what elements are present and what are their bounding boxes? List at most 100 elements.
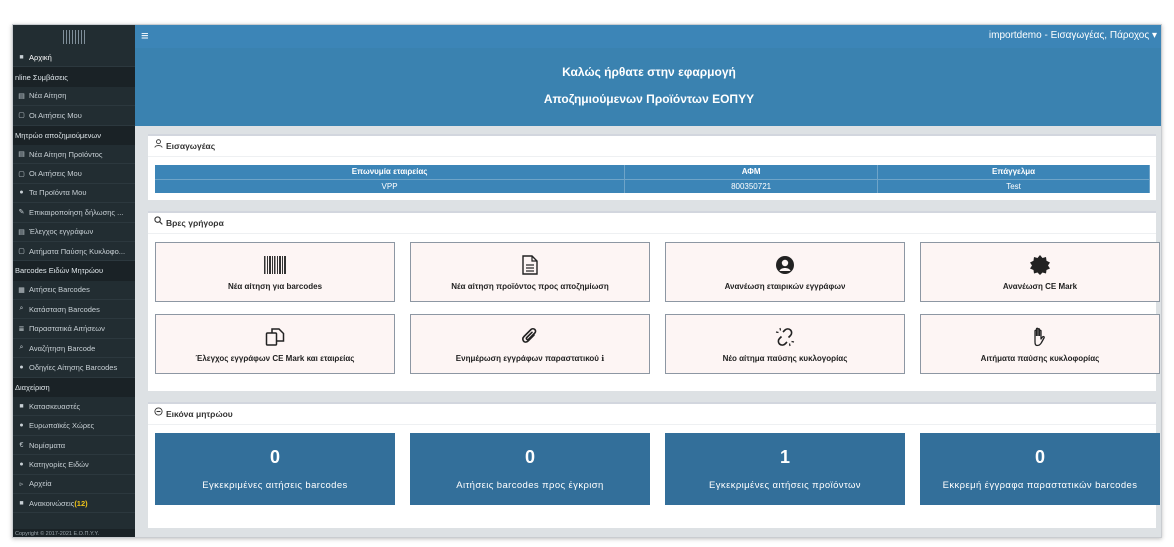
logo[interactable] (13, 25, 135, 48)
stat-value: 0 (269, 447, 280, 467)
search-icon (154, 213, 163, 233)
registry-title: Εικόνα μητρώου (166, 409, 233, 419)
stat-value: 1 (779, 447, 790, 467)
quick-tile[interactable]: Ανανέωση CE Mark (920, 242, 1160, 302)
files-icon: ▹ (19, 480, 24, 488)
factory-icon: ■ (19, 402, 24, 410)
quick-tile[interactable]: Νέα αίτηση για barcodes (155, 242, 395, 302)
sidebar-item-label: Νέα Αίτηση Προϊόντος (29, 149, 103, 159)
quick-tile-label: Αιτήματα παύσης κυκλοφορίας (980, 353, 1100, 363)
sidebar-item[interactable]: ■ Κατασκευαστές (13, 397, 135, 417)
registry-stats: 0 Εγκεκριμένες αιτήσεις barcodes 0 Αιτήσεις… (155, 433, 1160, 505)
sidebar-item[interactable]: ▤ Νέα Αίτηση Προϊόντος (13, 145, 135, 165)
sidebar-section-header: Διαχείριση (13, 377, 135, 398)
column-header: Επάγγελμα (877, 165, 1150, 179)
hand-stop-icon (1031, 326, 1049, 348)
sidebar-item-label: Νομίσματα (29, 440, 66, 450)
welcome-title: Καλώς ήρθατε στην εφαρμογή (562, 65, 736, 79)
sidebar-item[interactable]: € Νομίσματα (13, 436, 135, 456)
profession-cell: Test (877, 178, 1150, 193)
quick-tile-label: Ανανέωση CE Mark (1002, 281, 1078, 291)
sidebar-item[interactable]: ✎ Επικαιροποίηση δήλωσης ... (13, 203, 135, 223)
sidebar-item[interactable]: ● Οδηγίες Αίτησης Barcodes (13, 358, 135, 378)
quick-tile[interactable]: Νέα αίτηση προϊόντος προς αποζημίωση (410, 242, 650, 302)
barcode-icon: ▦ (18, 286, 25, 294)
document-check-icon: ▤ (18, 228, 25, 236)
search-icon: ⌕ (19, 344, 24, 352)
sidebar-item[interactable]: ● Ευρωπαϊκές Χώρες (13, 416, 135, 436)
sidebar-item[interactable]: ▤ Νέα Αίτηση (13, 87, 135, 107)
welcome-banner: Καλώς ήρθατε στην εφαρμογή Αποζημιούμενω… (135, 48, 1161, 126)
sidebar-section-label: nline Συμβάσεις (15, 72, 68, 82)
sidebar-item[interactable]: ▢ Οι Αιτήσεις Μου (13, 106, 135, 126)
registry-stat-card[interactable]: 0 Εκκρεμή έγγραφα παραστατικών barcodes (920, 433, 1160, 505)
file-add-icon: ▤ (18, 151, 25, 159)
quick-tile-label: Ενημέρωση εγγράφων παραστατικού ℹ (455, 353, 605, 363)
quick-tile[interactable]: Ενημέρωση εγγράφων παραστατικού ℹ (410, 314, 650, 374)
paperclip-icon (521, 326, 539, 348)
box-icon: ● (19, 189, 24, 197)
sidebar-section-label: Barcodes Ειδών Μητρώου (15, 266, 104, 276)
table-header-row: Επωνυμία εταιρείας ΑΦΜ Επάγγελμα (155, 165, 1150, 179)
sidebar-item[interactable]: ▢ Οι Αιτήσεις Μου (13, 164, 135, 184)
sidebar-item[interactable]: ▤ Έλεγχος εγγράφων (13, 223, 135, 242)
stat-value: 0 (524, 447, 535, 467)
stat-value: 0 (1034, 447, 1045, 467)
menu-toggle-icon[interactable]: ≡ (141, 28, 149, 44)
sidebar-section-label: Μητρώο αποζημιούμενων (15, 130, 101, 140)
currency-icon: € (19, 441, 24, 449)
importer-box-header: Εισαγωγέας (148, 136, 1156, 157)
quick-tile[interactable]: Ανανέωση εταιρικών εγγράφων (665, 242, 905, 302)
search-icon: ⌕ (19, 305, 24, 313)
sidebar-item[interactable]: ■ Αρχική (13, 48, 135, 68)
sidebar-item[interactable]: ⌕ Αναζήτηση Barcode (13, 339, 135, 359)
quick-tiles: Νέα αίτηση για barcodes Νέα αίτηση προϊόν… (155, 242, 1160, 374)
sidebar-item-label: Νέα Αίτηση (29, 91, 67, 101)
sidebar-item-label: Οι Αιτήσεις Μου (29, 110, 82, 120)
stat-label: Εγκεκριμένες αιτήσεις barcodes (202, 480, 348, 491)
sidebar-item[interactable]: ■ Ανακοινώσεις (12) (13, 494, 135, 514)
registry-stat-card[interactable]: 0 Αιτήσεις barcodes προς έγκριση (410, 433, 650, 505)
sidebar-section-header: Barcodes Ειδών Μητρώου (13, 261, 135, 281)
registry-stat-card[interactable]: 1 Εγκεκριμένες αιτήσεις προϊόντων (665, 433, 905, 505)
registry-header: Εικόνα μητρώου (148, 404, 1156, 425)
sidebar-item[interactable]: ≣ Παραστατικά Αιτήσεων (13, 319, 135, 339)
user-icon (154, 136, 163, 156)
sidebar-item[interactable]: ▦ Αιτήσεις Barcodes (13, 281, 135, 301)
sidebar-item[interactable]: ▹ Αρχεία (13, 475, 135, 494)
sidebar-item[interactable]: ● Κατηγορίες Ειδών (13, 455, 135, 475)
sidebar-item[interactable]: ● Τα Προϊόντα Μου (13, 184, 135, 204)
sidebar-item-label: Κατάσταση Barcodes (29, 304, 100, 314)
quick-tile[interactable]: Έλεγχος εγγράφων CE Mark και εταιρείας (155, 314, 395, 374)
announcement-count-badge: (12) (74, 498, 88, 508)
sidebar-item-label: Τα Προϊόντα Μου (29, 188, 87, 198)
user-menu[interactable]: importdemo - Εισαγωγέας, Πάροχος ▾ (989, 30, 1157, 41)
registry-stat-card[interactable]: 0 Εγκεκριμένες αιτήσεις barcodes (155, 433, 395, 505)
sidebar-menu: ■ Αρχική nline Συμβάσεις ▤ Νέα Αίτηση ▢ Οι Αιτ… (13, 48, 135, 514)
eopyy-logo-icon (63, 29, 85, 44)
file-add-icon: ▤ (18, 92, 25, 100)
importer-box-title: Εισαγωγέας (166, 141, 216, 151)
folder-icon: ▢ (18, 170, 25, 178)
stat-label: Αιτήσεις barcodes προς έγκριση (456, 480, 604, 491)
sidebar-item[interactable]: ⌕ Κατάσταση Barcodes (13, 300, 135, 320)
sidebar-item-label: Αρχεία (29, 479, 52, 489)
sidebar-item-label: Αιτήσεις Barcodes (29, 285, 90, 295)
quick-find-box: Βρες γρήγορα Νέα αίτηση για barcodes Νέα … (148, 211, 1160, 391)
copy-documents-icon (265, 326, 285, 348)
sidebar-item-label: Έλεγχος εγγράφων (29, 227, 94, 237)
quick-tile-label: Ανανέωση εταιρικών εγγράφων (724, 281, 846, 291)
sidebar-section-header: nline Συμβάσεις (13, 67, 135, 87)
importer-table: Επωνυμία εταιρείας ΑΦΜ Επάγγελμα VPP 800… (155, 165, 1150, 193)
sidebar-item[interactable]: ▢ Αιτήματα Παύσης Κυκλοφο... (13, 242, 135, 262)
sidebar-item-label: Ευρωπαϊκές Χώρες (29, 421, 95, 431)
sidebar-section-label: Διαχείριση (15, 382, 50, 392)
column-header: Επωνυμία εταιρείας (155, 165, 626, 179)
quick-tile[interactable]: Νέο αίτημα παύσης κυκλογορίας (665, 314, 905, 374)
folder-icon: ▢ (18, 112, 25, 120)
info-icon: ● (19, 363, 24, 371)
quick-tile[interactable]: Αιτήματα παύσης κυκλοφορίας (920, 314, 1160, 374)
sidebar-item-label: Ανακοινώσεις (29, 498, 75, 508)
quick-tile-label: Έλεγχος εγγράφων CE Mark και εταιρείας (195, 353, 355, 363)
table-row: VPP 800350721 Test (155, 178, 1150, 193)
